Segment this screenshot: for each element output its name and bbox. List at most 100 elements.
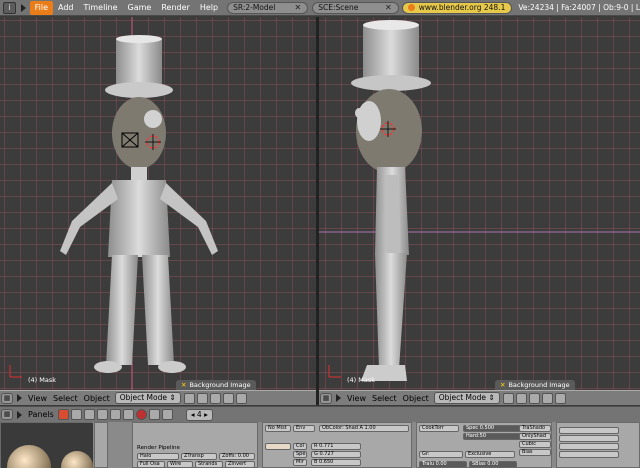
collapse-menu-icon[interactable] — [336, 394, 341, 402]
background-image-panel[interactable]: ✕ Background Image — [495, 380, 575, 390]
env-button[interactable]: Env — [293, 425, 315, 432]
menu-render[interactable]: Render — [156, 1, 194, 15]
halo-button[interactable]: Halo — [137, 453, 179, 460]
frame-field[interactable]: ◂ 4 ▸ — [185, 408, 213, 421]
collapse-menu-icon[interactable] — [20, 3, 26, 12]
close-icon[interactable]: ✕ — [500, 381, 505, 389]
rotate-icon[interactable] — [554, 392, 566, 404]
viewport-header-right: ▦ View Select Object Object Mode ⇕ — [319, 390, 640, 405]
texture-slot[interactable] — [559, 427, 619, 434]
panels-menu[interactable]: Panels — [25, 410, 57, 419]
texture-slot[interactable] — [559, 443, 619, 450]
hand-icon[interactable] — [528, 392, 540, 404]
screen-selector[interactable]: SR:2-Model ✕ — [227, 1, 309, 14]
front-viewport[interactable]: (4) Mask ✕ Background Image — [0, 17, 316, 390]
hard-slider[interactable]: Hard:50 — [463, 433, 523, 440]
strands-button[interactable]: Strands — [195, 461, 223, 468]
menu-object[interactable]: Object — [81, 394, 113, 403]
viewport-label: (4) Mask — [28, 376, 57, 384]
editor-type-icon[interactable]: ▦ — [1, 409, 13, 420]
menu-view[interactable]: View — [344, 394, 369, 403]
mode-selector[interactable]: Object Mode ⇕ — [433, 392, 500, 404]
menu-select[interactable]: Select — [369, 394, 400, 403]
bias-button[interactable]: Bias — [519, 449, 551, 456]
mir-button[interactable]: Mir — [293, 459, 307, 466]
pivot-icon[interactable] — [515, 392, 527, 404]
blue-slider[interactable]: B 0.650 — [311, 459, 361, 466]
obcolor-field[interactable]: ObColor: Shad A 1.00 — [319, 425, 409, 432]
viewport-header-left: ▦ View Select Object Object Mode ⇕ — [0, 390, 316, 405]
menu-add[interactable]: Add — [53, 1, 79, 15]
color-swatch[interactable] — [265, 443, 291, 450]
wire-button[interactable]: Wire — [167, 461, 193, 468]
info-icon[interactable]: i — [3, 1, 16, 14]
menu-select[interactable]: Select — [50, 394, 81, 403]
texture-icon[interactable] — [148, 409, 160, 420]
texture-slot[interactable] — [559, 435, 619, 442]
rotate-icon[interactable] — [235, 392, 247, 404]
scene-name: SCE:Scene — [318, 2, 359, 12]
trashado-button[interactable]: TraShado — [519, 425, 551, 432]
menu-file[interactable]: File — [29, 0, 54, 15]
side-viewport[interactable]: (4) Mask ✕ Background Image — [319, 17, 640, 390]
close-icon[interactable]: ✕ — [181, 381, 186, 389]
fullosa-button[interactable]: Full Osa — [137, 461, 165, 468]
pivot-icon[interactable] — [196, 392, 208, 404]
scene-selector[interactable]: SCE:Scene ✕ — [312, 1, 399, 14]
zoffs-field[interactable]: Zoffs: 0.00 — [219, 453, 255, 460]
no-mist-button[interactable]: No Mist — [265, 425, 291, 432]
editor-type-icon[interactable]: ▦ — [1, 392, 13, 404]
render-pipeline-panel: Render Pipeline Halo ZTransp Zoffs: 0.00… — [132, 422, 258, 468]
object-icon[interactable] — [96, 409, 108, 420]
collapse-menu-icon[interactable] — [17, 410, 22, 419]
draw-type-icon[interactable] — [502, 392, 514, 404]
cooktorr-selector[interactable]: CookTorr — [419, 425, 459, 432]
shading-icon[interactable] — [83, 409, 95, 420]
close-icon[interactable]: ✕ — [385, 3, 392, 13]
sbias-slider[interactable]: SBias 0.00 — [469, 461, 517, 468]
close-icon[interactable]: ✕ — [295, 3, 302, 13]
menu-object[interactable]: Object — [400, 394, 432, 403]
scene-stats: Ve:24234 | Fa:24007 | Ob:9-0 | L — [518, 3, 640, 12]
logic-icon[interactable] — [57, 409, 69, 420]
grid-lines — [0, 17, 316, 390]
texture-slot[interactable] — [559, 451, 619, 458]
cubic-button[interactable]: Cubic — [519, 441, 551, 448]
grid-lines — [319, 17, 640, 390]
buttons-area: Render Pipeline Halo ZTransp Zoffs: 0.00… — [0, 422, 640, 468]
red-slider[interactable]: R 0.771 — [311, 443, 361, 450]
viewport-label: (4) Mask — [347, 376, 376, 384]
manipulator-icon[interactable] — [222, 392, 234, 404]
zinvert-button[interactable]: ZInvert — [225, 461, 255, 468]
green-slider[interactable]: G 0.727 — [311, 451, 361, 458]
mode-selector[interactable]: Object Mode ⇕ — [114, 392, 181, 404]
menu-help[interactable]: Help — [195, 1, 223, 15]
url-text: www.blender.org 248.1 — [418, 2, 506, 12]
preview-type-buttons[interactable] — [94, 422, 108, 468]
draw-type-icon[interactable] — [183, 392, 195, 404]
editing-icon[interactable] — [109, 409, 121, 420]
ztransp-button[interactable]: ZTransp — [181, 453, 217, 460]
menu-timeline[interactable]: Timeline — [79, 1, 123, 15]
tralu-slider[interactable]: Tralu 0.00 — [419, 461, 467, 468]
gr-field[interactable]: Gr: — [419, 451, 463, 458]
world-icon[interactable] — [161, 409, 173, 420]
col-button[interactable]: Col — [293, 443, 307, 450]
background-image-panel[interactable]: ✕ Background Image — [176, 380, 256, 390]
spe-button[interactable]: Spe — [293, 451, 307, 458]
editor-type-icon[interactable]: ▦ — [320, 392, 332, 404]
spec-slider[interactable]: Spec 0.500 — [463, 425, 523, 432]
menu-game[interactable]: Game — [123, 1, 157, 15]
material-color-panel: No Mist Env ObColor: Shad A 1.00 Col Spe… — [262, 422, 412, 468]
menu-view[interactable]: View — [25, 394, 50, 403]
manipulator-icon[interactable] — [541, 392, 553, 404]
blender-url[interactable]: www.blender.org 248.1 — [401, 1, 513, 14]
background-image-label: Background Image — [189, 381, 251, 389]
scene-icon[interactable] — [122, 409, 134, 420]
material-icon[interactable] — [135, 409, 147, 420]
hand-icon[interactable] — [209, 392, 221, 404]
exclusive-button[interactable]: Exclusive — [465, 451, 515, 458]
onlyshad-button[interactable]: OnlyShad — [519, 433, 551, 440]
collapse-menu-icon[interactable] — [17, 394, 22, 402]
script-icon[interactable] — [70, 409, 82, 420]
